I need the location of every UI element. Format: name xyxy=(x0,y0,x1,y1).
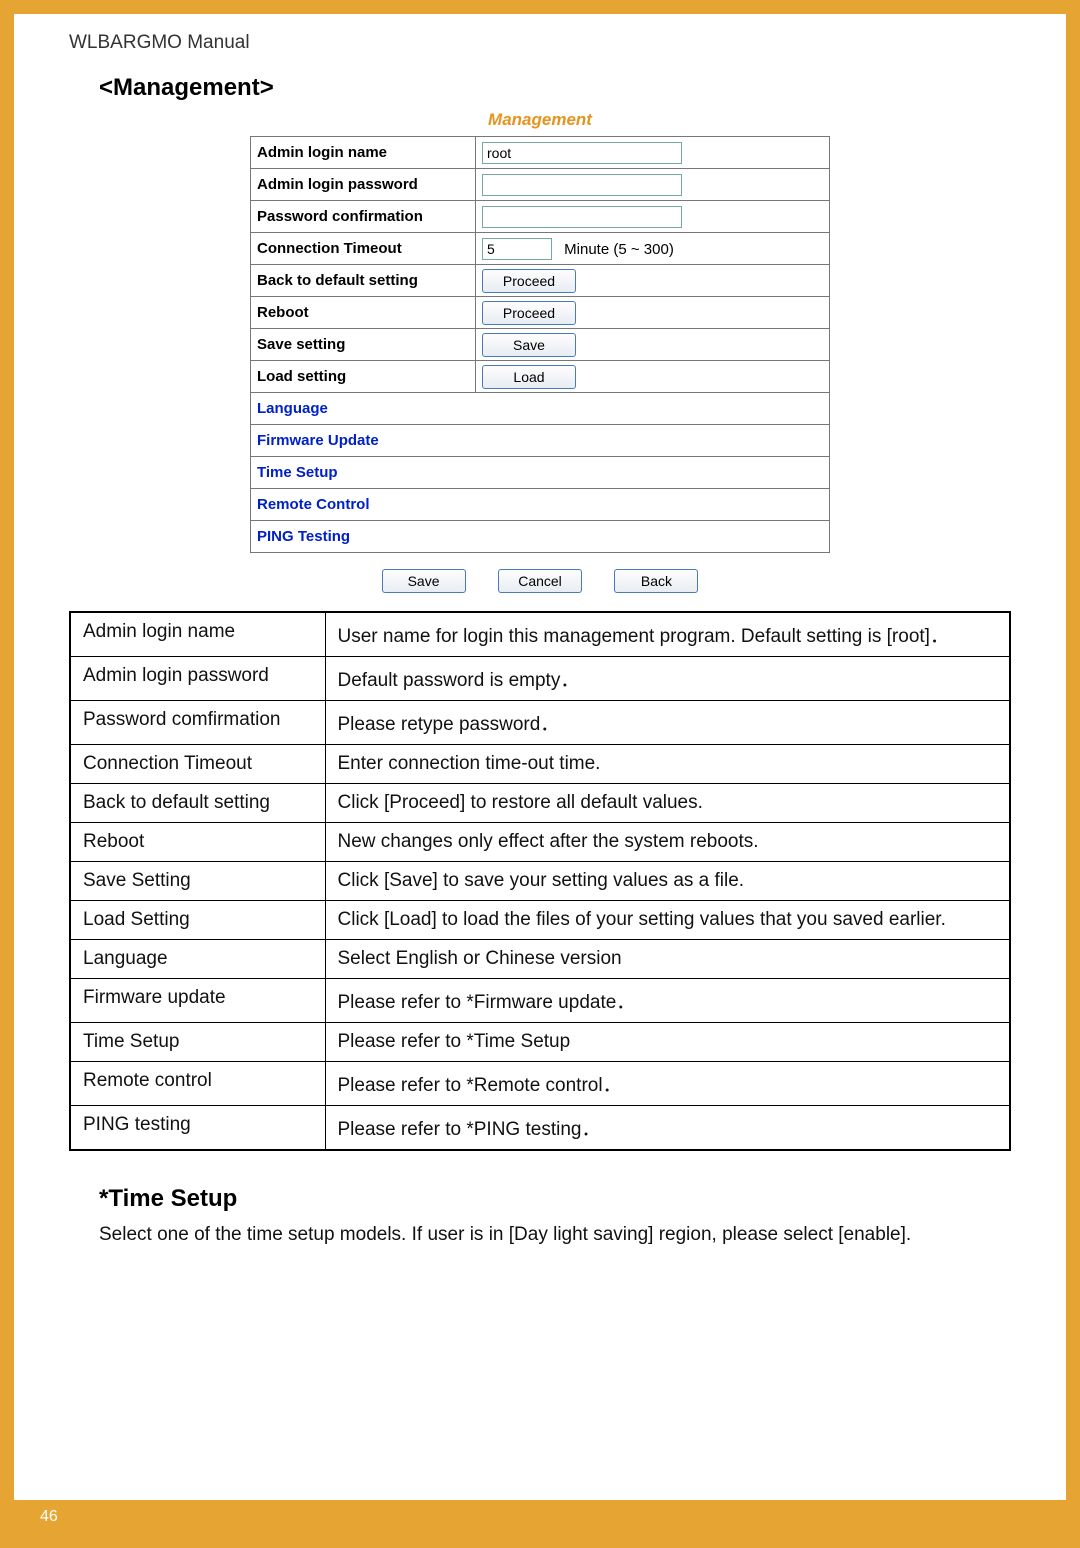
description-table: Admin login nameUser name for login this… xyxy=(69,611,1011,1151)
desc-key: Save Setting xyxy=(70,862,325,901)
bottom-save-button[interactable]: Save xyxy=(382,569,466,593)
label-reboot: Reboot xyxy=(251,297,476,329)
desc-key: Admin login password xyxy=(70,657,325,701)
table-row: Admin login nameUser name for login this… xyxy=(70,612,1010,657)
label-admin-login-password: Admin login password xyxy=(251,169,476,201)
section-heading-management: <Management> xyxy=(99,74,1011,102)
table-row: Save SettingClick [Save] to save your se… xyxy=(70,862,1010,901)
connection-timeout-input[interactable] xyxy=(482,238,552,260)
label-back-to-default: Back to default setting xyxy=(251,265,476,297)
desc-key: Remote control xyxy=(70,1062,325,1106)
table-row: LanguageSelect English or Chinese versio… xyxy=(70,940,1010,979)
management-screenshot: Management Admin login name Admin login … xyxy=(250,110,830,593)
label-load-setting: Load setting xyxy=(251,361,476,393)
desc-value: Please refer to *Time Setup xyxy=(325,1023,1010,1062)
desc-key: Firmware update xyxy=(70,979,325,1023)
desc-value: Click [Save] to save your setting values… xyxy=(325,862,1010,901)
admin-login-name-input[interactable] xyxy=(482,142,682,164)
desc-value: Please refer to *PING testing． xyxy=(325,1106,1010,1151)
link-remote-control[interactable]: Remote Control xyxy=(251,489,830,521)
desc-value: Select English or Chinese version xyxy=(325,940,1010,979)
link-language[interactable]: Language xyxy=(251,393,830,425)
desc-key: Admin login name xyxy=(70,612,325,657)
desc-value: Enter connection time-out time. xyxy=(325,745,1010,784)
label-save-setting: Save setting xyxy=(251,329,476,361)
desc-key: Reboot xyxy=(70,823,325,862)
table-row: Time SetupPlease refer to *Time Setup xyxy=(70,1023,1010,1062)
desc-value: Click [Proceed] to restore all default v… xyxy=(325,784,1010,823)
table-row: RebootNew changes only effect after the … xyxy=(70,823,1010,862)
desc-key: Back to default setting xyxy=(70,784,325,823)
table-row: Password comfirmationPlease retype passw… xyxy=(70,701,1010,745)
admin-login-password-input[interactable] xyxy=(482,174,682,196)
label-admin-login-name: Admin login name xyxy=(251,137,476,169)
password-confirmation-input[interactable] xyxy=(482,206,682,228)
desc-key: Time Setup xyxy=(70,1023,325,1062)
desc-key: Password comfirmation xyxy=(70,701,325,745)
table-row: Connection TimeoutEnter connection time-… xyxy=(70,745,1010,784)
connection-timeout-hint: Minute (5 ~ 300) xyxy=(564,241,674,258)
desc-key: Language xyxy=(70,940,325,979)
desc-value: New changes only effect after the system… xyxy=(325,823,1010,862)
table-row: PING testingPlease refer to *PING testin… xyxy=(70,1106,1010,1151)
time-setup-body: Select one of the time setup models. If … xyxy=(99,1217,1001,1253)
back-to-default-button[interactable]: Proceed xyxy=(482,269,576,293)
desc-value: Please refer to *Firmware update． xyxy=(325,979,1010,1023)
desc-key: PING testing xyxy=(70,1106,325,1151)
management-form-table: Admin login name Admin login password Pa… xyxy=(250,136,830,553)
desc-key: Load Setting xyxy=(70,901,325,940)
bottom-cancel-button[interactable]: Cancel xyxy=(498,569,582,593)
section-heading-time-setup: *Time Setup xyxy=(99,1185,1011,1213)
table-row: Remote controlPlease refer to *Remote co… xyxy=(70,1062,1010,1106)
screenshot-bottom-buttons: Save Cancel Back xyxy=(250,569,830,593)
save-setting-button[interactable]: Save xyxy=(482,333,576,357)
link-ping-testing[interactable]: PING Testing xyxy=(251,521,830,553)
table-row: Load SettingClick [Load] to load the fil… xyxy=(70,901,1010,940)
desc-value: Please retype password． xyxy=(325,701,1010,745)
screenshot-title: Management xyxy=(250,110,830,130)
page-footer: 46 xyxy=(14,1500,1066,1534)
desc-value: Click [Load] to load the files of your s… xyxy=(325,901,1010,940)
label-connection-timeout: Connection Timeout xyxy=(251,233,476,265)
table-row: Admin login passwordDefault password is … xyxy=(70,657,1010,701)
desc-value: Please refer to *Remote control． xyxy=(325,1062,1010,1106)
document-page: WLBARGMO Manual <Management> Management … xyxy=(14,14,1066,1534)
table-row: Back to default settingClick [Proceed] t… xyxy=(70,784,1010,823)
reboot-button[interactable]: Proceed xyxy=(482,301,576,325)
desc-key: Connection Timeout xyxy=(70,745,325,784)
bottom-back-button[interactable]: Back xyxy=(614,569,698,593)
link-time-setup[interactable]: Time Setup xyxy=(251,457,830,489)
label-password-confirmation: Password confirmation xyxy=(251,201,476,233)
link-firmware-update[interactable]: Firmware Update xyxy=(251,425,830,457)
table-row: Firmware updatePlease refer to *Firmware… xyxy=(70,979,1010,1023)
desc-value: User name for login this management prog… xyxy=(325,612,1010,657)
load-setting-button[interactable]: Load xyxy=(482,365,576,389)
document-title: WLBARGMO Manual xyxy=(69,32,1011,54)
desc-value: Default password is empty． xyxy=(325,657,1010,701)
time-setup-section: *Time Setup Select one of the time setup… xyxy=(69,1185,1011,1253)
page-number: 46 xyxy=(40,1508,58,1526)
